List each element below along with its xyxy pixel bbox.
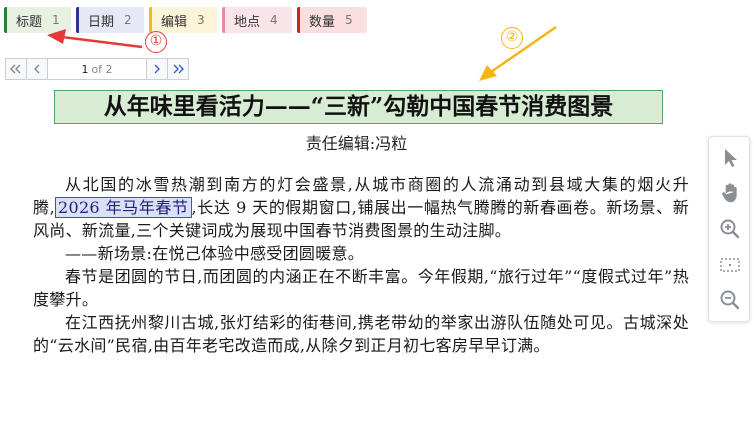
zoom-in-icon [720, 219, 740, 239]
callout-marker-2: ② [501, 27, 523, 49]
pointer-icon [725, 149, 737, 167]
tab-number: 4 [270, 13, 278, 27]
page-navigator: 1 of 2 [5, 58, 189, 80]
tab-number: 2 [124, 13, 132, 27]
tab-editor[interactable]: 编辑 3 [149, 7, 217, 33]
tab-title[interactable]: 标题 1 [4, 7, 71, 33]
article-editor: 责任编辑:冯粒 [305, 134, 408, 153]
document-page: 从年味里看活力——“三新”勾勒中国春节消费图景 责任编辑:冯粒 从北国的冰雪热潮… [6, 89, 707, 425]
tab-label: 标题 [16, 14, 43, 30]
article-body: 从北国的冰雪热潮到南方的灯会盛景,从城市商圈的人流涌动到县域大集的烟火升腾, 20… [33, 173, 689, 357]
tab-label: 地点 [234, 14, 261, 30]
tab-label: 日期 [88, 14, 115, 30]
zoom-out-icon [720, 290, 740, 310]
tool-panel [708, 136, 750, 322]
select-tool-button[interactable] [718, 146, 742, 170]
last-page-button[interactable] [167, 58, 189, 80]
date-annotation[interactable]: 2026 年马年春节 [54, 197, 192, 218]
pan-tool-button[interactable] [718, 181, 742, 205]
fit-page-button[interactable] [718, 253, 742, 277]
page-number-input[interactable]: 1 of 2 [47, 58, 147, 80]
tab-date[interactable]: 日期 2 [76, 7, 144, 33]
tab-number: 1 [52, 13, 60, 27]
tag-tabs: 标题 1 日期 2 编辑 3 地点 4 数量 5 [4, 7, 367, 33]
current-page: 1 [81, 62, 89, 76]
tab-label: 编辑 [161, 14, 188, 30]
tab-label: 数量 [309, 14, 336, 30]
double-chevron-right-icon [173, 64, 184, 74]
paragraph: ——新场景:在悦己体验中感受团圆暖意。 [65, 244, 365, 263]
tab-number: 3 [197, 13, 205, 27]
prev-page-button[interactable] [26, 58, 48, 80]
paragraph: 在江西抚州黎川古城,张灯结彩的街巷间,携老带幼的举家出游队伍随处可见。古城深处的… [33, 313, 689, 355]
paragraph: 春节是团圆的节日,而团圆的内涵正在不断丰富。今年假期,“旅行过年”“度假式过年”… [33, 267, 689, 309]
chevron-left-icon [34, 64, 40, 74]
double-chevron-left-icon [10, 64, 21, 74]
first-page-button[interactable] [5, 58, 27, 80]
next-page-button[interactable] [146, 58, 168, 80]
fit-page-icon [720, 258, 740, 272]
zoom-out-button[interactable] [718, 288, 742, 312]
tab-number: 5 [345, 13, 353, 27]
tab-location[interactable]: 地点 4 [222, 7, 292, 33]
page-total: of 2 [91, 62, 113, 76]
zoom-in-button[interactable] [718, 217, 742, 241]
article-title-annotation[interactable]: 从年味里看活力——“三新”勾勒中国春节消费图景 [54, 90, 663, 124]
tab-quantity[interactable]: 数量 5 [297, 7, 367, 33]
chevron-right-icon [154, 64, 160, 74]
hand-icon [722, 183, 737, 203]
callout-marker-1: ① [145, 31, 167, 53]
paragraph: 从北国的冰雪热潮到南方的灯会盛景,从城市商圈的人流涌动到县域大集的烟火升腾, 20… [33, 173, 689, 242]
